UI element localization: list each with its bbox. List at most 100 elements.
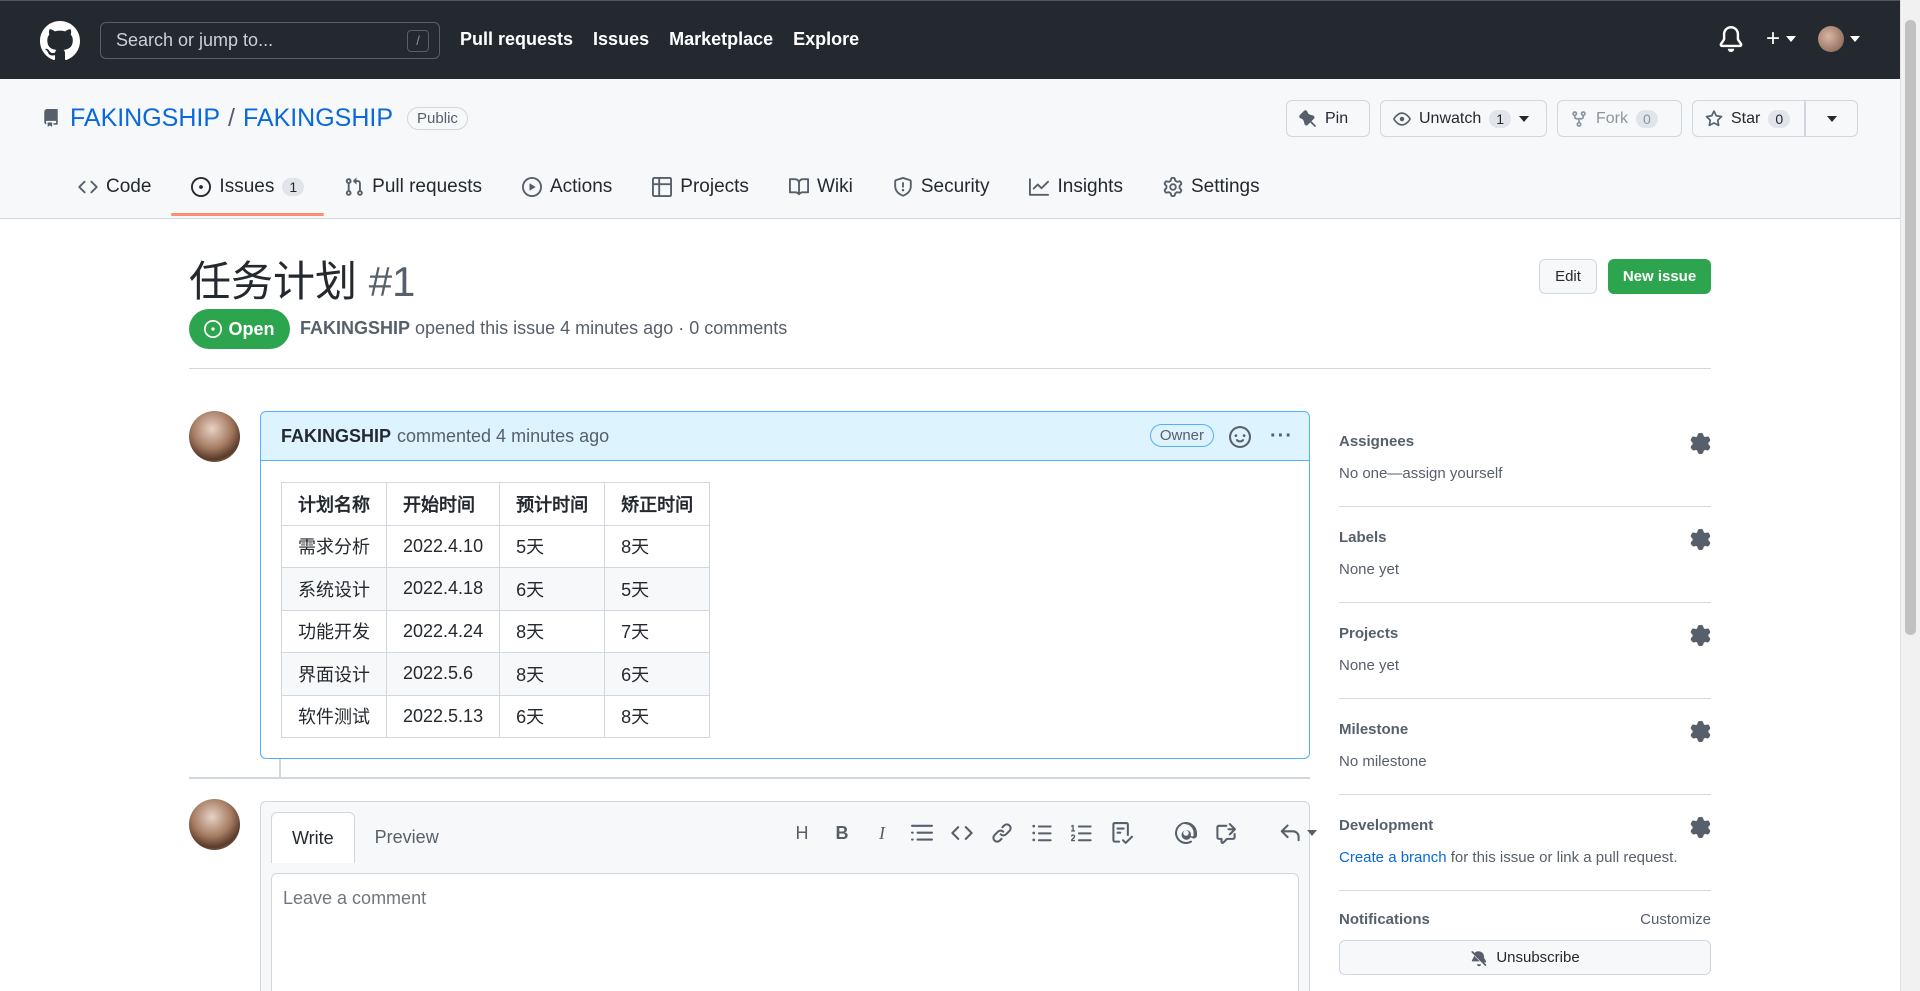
italic-icon[interactable]: I [871, 822, 893, 844]
table-header: 矫正时间 [604, 482, 711, 526]
repo-name-link[interactable]: FAKINGSHIP [243, 104, 393, 133]
chevron-down-icon [1826, 115, 1837, 122]
table-cell: 2022.4.24 [385, 609, 501, 653]
gear-icon[interactable] [1690, 817, 1711, 838]
table-cell: 6天 [604, 652, 711, 696]
kebab-horizontal-icon[interactable]: ··· [1270, 425, 1293, 448]
comment-timestamp[interactable]: commented 4 minutes ago [397, 426, 609, 447]
table-header: 计划名称 [281, 482, 387, 526]
labels-value: None yet [1339, 561, 1400, 578]
fork-icon [1572, 110, 1586, 127]
unsubscribe-button[interactable]: Unsubscribe [1339, 940, 1711, 975]
gear-icon[interactable] [1690, 625, 1711, 646]
table-row: 功能开发 2022.4.24 8天 7天 [281, 609, 711, 653]
chevron-down-icon[interactable] [1307, 830, 1317, 836]
create-branch-link[interactable]: Create a branch [1339, 849, 1447, 866]
comment-box: FAKINGSHIP commented 4 minutes ago Owner… [260, 411, 1310, 759]
owner-badge: Owner [1149, 424, 1214, 447]
cross-reference-icon[interactable] [1215, 822, 1237, 844]
page-scrollbar[interactable] [1900, 0, 1920, 991]
sidebar-section-title[interactable]: Milestone [1339, 721, 1408, 738]
star-button[interactable]: Star 0 [1692, 100, 1805, 137]
unsubscribe-label: Unsubscribe [1496, 949, 1580, 966]
create-new-dropdown[interactable]: + [1766, 25, 1796, 53]
code-icon[interactable] [951, 822, 973, 844]
fork-button[interactable]: Fork 0 [1557, 100, 1682, 137]
search-input[interactable]: Search or jump to... / [100, 22, 440, 59]
repo-tabs: Code Issues 1 Pull requests Actions Proj… [58, 168, 1280, 216]
issues-count: 1 [282, 178, 305, 196]
user-menu-dropdown[interactable] [1818, 26, 1860, 52]
table-cell: 5天 [604, 567, 711, 611]
tab-label: Pull requests [372, 176, 482, 197]
nav-explore[interactable]: Explore [793, 29, 859, 50]
pin-label: Pin [1325, 109, 1349, 127]
tab-label: Settings [1190, 176, 1260, 197]
avatar[interactable] [189, 411, 240, 462]
nav-pull-requests[interactable]: Pull requests [460, 29, 573, 50]
nav-marketplace[interactable]: Marketplace [669, 29, 773, 50]
sidebar-section-title[interactable]: Development [1339, 817, 1433, 834]
tab-label: Security [920, 176, 990, 197]
tab-pull-requests[interactable]: Pull requests [324, 168, 502, 212]
gear-icon[interactable] [1690, 433, 1711, 454]
tab-wiki[interactable]: Wiki [769, 168, 873, 212]
star-list-dropdown[interactable] [1805, 100, 1858, 137]
issue-number: #1 [368, 258, 416, 305]
assign-yourself-link[interactable]: No one—assign yourself [1339, 465, 1502, 482]
reply-icon[interactable] [1279, 822, 1301, 844]
comment-author-link[interactable]: FAKINGSHIP [281, 426, 391, 447]
tab-label: Insights [1057, 176, 1123, 197]
repo-icon [44, 109, 58, 127]
tab-issues[interactable]: Issues 1 [171, 168, 324, 216]
sidebar-section-title[interactable]: Projects [1339, 625, 1398, 642]
timeline-line [279, 759, 281, 777]
quote-icon[interactable] [911, 822, 933, 844]
tasklist-icon[interactable] [1111, 822, 1133, 844]
nav-issues[interactable]: Issues [593, 29, 649, 50]
list-unordered-icon[interactable] [1031, 822, 1053, 844]
link-icon[interactable] [991, 822, 1013, 844]
tab-code[interactable]: Code [58, 168, 171, 212]
sidebar-section-title[interactable]: Labels [1339, 529, 1387, 546]
unwatch-button[interactable]: Unwatch 1 [1380, 100, 1547, 137]
unwatch-label: Unwatch [1419, 109, 1482, 127]
tab-insights[interactable]: Insights [1009, 168, 1142, 212]
github-logo-icon[interactable] [40, 21, 80, 61]
table-header-row: 计划名称 开始时间 预计时间 矫正时间 [281, 482, 711, 526]
customize-notifications-link[interactable]: Customize [1640, 911, 1711, 928]
sidebar-section-title: Notifications [1339, 911, 1430, 928]
bell-icon[interactable] [1718, 26, 1744, 52]
pin-button[interactable]: Pin [1286, 100, 1370, 137]
chevron-down-icon [1519, 115, 1530, 122]
list-ordered-icon[interactable] [1071, 822, 1093, 844]
heading-icon[interactable]: H [791, 822, 813, 844]
table-cell: 2022.4.10 [385, 524, 501, 568]
tab-write[interactable]: Write [271, 812, 355, 863]
sidebar-section-title[interactable]: Assignees [1339, 433, 1414, 450]
issue-meta: FAKINGSHIP opened this issue 4 minutes a… [300, 318, 787, 339]
book-icon [788, 178, 809, 196]
bold-icon[interactable]: B [831, 822, 853, 844]
table-row: 需求分析 2022.4.10 5天 8天 [281, 524, 711, 568]
gear-icon[interactable] [1690, 529, 1711, 550]
tab-security[interactable]: Security [873, 168, 1010, 212]
avatar[interactable] [189, 799, 240, 850]
table-cell: 7天 [604, 609, 711, 653]
status-badge: Open [189, 309, 290, 349]
tab-actions[interactable]: Actions [502, 168, 632, 212]
smiley-icon[interactable] [1229, 426, 1251, 448]
issue-author-link[interactable]: FAKINGSHIP [300, 318, 410, 338]
tab-label: Wiki [816, 176, 853, 197]
repo-owner-link[interactable]: FAKINGSHIP [70, 104, 220, 133]
scrollbar-thumb[interactable] [1905, 20, 1916, 635]
tab-projects[interactable]: Projects [632, 168, 769, 212]
edit-title-button[interactable]: Edit [1539, 259, 1597, 294]
tab-preview[interactable]: Preview [355, 812, 459, 863]
comment-textarea[interactable]: Leave a comment [271, 873, 1299, 991]
tab-settings[interactable]: Settings [1143, 168, 1280, 212]
new-issue-button[interactable]: New issue [1608, 259, 1711, 294]
repo-title: FAKINGSHIP / FAKINGSHIP Public [70, 104, 468, 133]
mention-icon[interactable] [1175, 822, 1197, 844]
gear-icon[interactable] [1690, 721, 1711, 742]
